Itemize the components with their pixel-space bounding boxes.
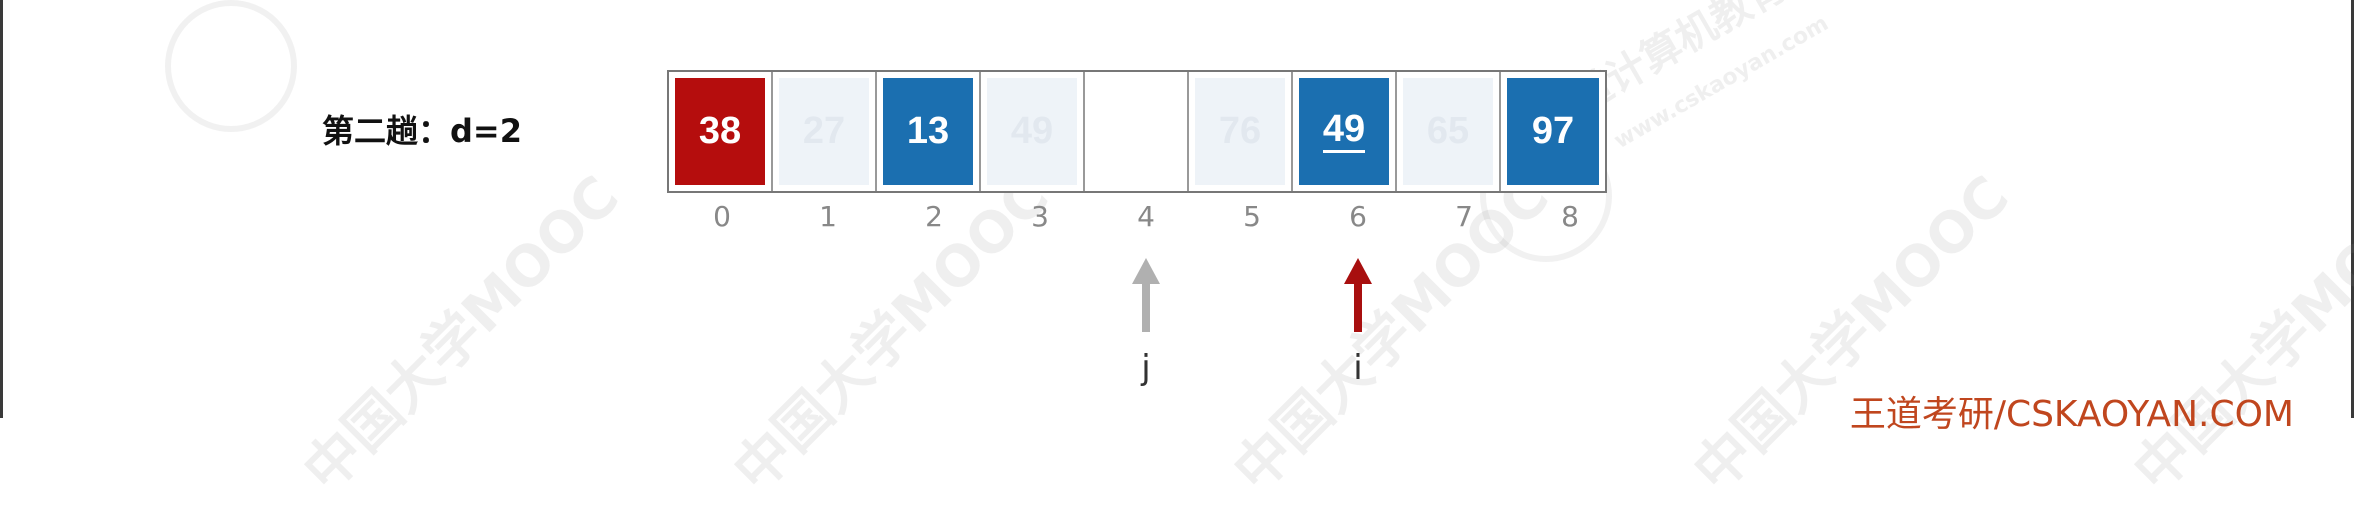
array-cell-value: 65 bbox=[1403, 78, 1493, 185]
array-index-label: 0 bbox=[713, 200, 731, 233]
array-cell-value: 27 bbox=[779, 78, 869, 185]
array-cell bbox=[1085, 72, 1189, 191]
array-cell: 27 bbox=[773, 72, 877, 191]
array-cell: 49 bbox=[1293, 72, 1397, 191]
pass-label: 第二趟：d=2 bbox=[322, 112, 522, 150]
array-cell: 38 bbox=[669, 72, 773, 191]
array-cell: 76 bbox=[1189, 72, 1293, 191]
watermark-mooc: 中国大学MOOC bbox=[1681, 163, 2022, 505]
watermark-mooc: 中国大学MOOC bbox=[291, 163, 632, 505]
array-index-label: 2 bbox=[925, 200, 943, 233]
array-indices: 0 1 2 3 4 5 6 7 8 bbox=[669, 200, 1623, 233]
array-cell-value: 38 bbox=[675, 78, 765, 185]
array-cell: 13 bbox=[877, 72, 981, 191]
pointer-label: j bbox=[1141, 348, 1151, 388]
array-index-label: 1 bbox=[819, 200, 837, 233]
up-arrow-icon bbox=[1344, 258, 1372, 332]
array-cell-text: 65 bbox=[1426, 110, 1470, 152]
array-cell-value: 49 bbox=[987, 78, 1077, 185]
frame-left-border bbox=[0, 0, 3, 418]
array-index-label: 3 bbox=[1031, 200, 1049, 233]
array-cell-value: 97 bbox=[1507, 78, 1599, 185]
array-index-label: 8 bbox=[1561, 200, 1579, 233]
array-cell-text: 76 bbox=[1218, 110, 1262, 152]
array-cell-value: 49 bbox=[1299, 78, 1389, 185]
array-index-label: 7 bbox=[1455, 200, 1473, 233]
array-cell: 97 bbox=[1501, 72, 1605, 191]
array-cell: 49 bbox=[981, 72, 1085, 191]
array-cell-text: 13 bbox=[906, 110, 950, 152]
watermark-url: www.cskaoyan.com bbox=[1610, 10, 1833, 155]
array-cell-text: 49 bbox=[1010, 110, 1054, 152]
array-index-label: 6 bbox=[1349, 200, 1367, 233]
array-cell-text: 27 bbox=[802, 110, 846, 152]
brand-footer: 王道考研/CSKAOYAN.COM bbox=[1849, 394, 2294, 435]
array-cell: 65 bbox=[1397, 72, 1501, 191]
array-index-label: 5 bbox=[1243, 200, 1261, 233]
array-cell-text: 49 bbox=[1322, 110, 1366, 153]
pointer-j: j bbox=[1126, 258, 1166, 388]
watermark-seal bbox=[165, 0, 297, 132]
array-cell-value bbox=[1091, 78, 1181, 185]
up-arrow-icon bbox=[1132, 258, 1160, 332]
array-cell-text: 38 bbox=[698, 110, 742, 152]
array-cell-value: 76 bbox=[1195, 78, 1285, 185]
array-cell-value: 13 bbox=[883, 78, 973, 185]
pointer-label: i bbox=[1353, 348, 1363, 388]
pointer-i: i bbox=[1338, 258, 1378, 388]
array-index-label: 4 bbox=[1137, 200, 1155, 233]
watermark-mooc: 中国大学MOOC bbox=[2121, 163, 2354, 505]
array-cell-text: 97 bbox=[1531, 110, 1575, 152]
array-container: 38 27 13 49 76 49 65 97 bbox=[667, 70, 1607, 193]
